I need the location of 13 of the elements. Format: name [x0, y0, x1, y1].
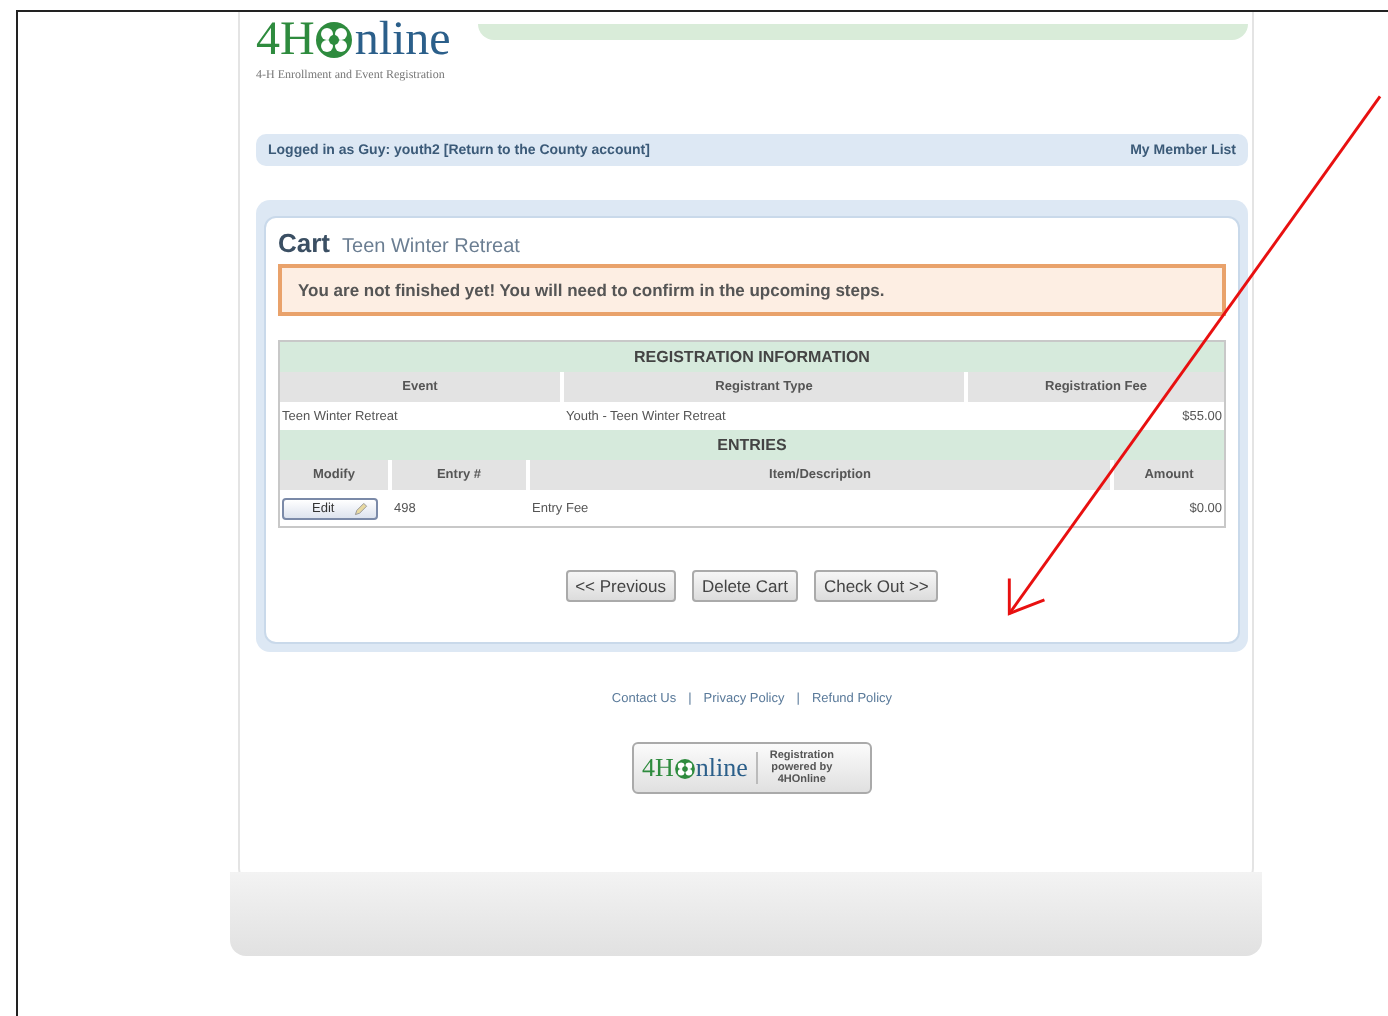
nav-button[interactable]: Delete Cart [691, 570, 798, 602]
event-name: Teen Winter Retreat [342, 236, 520, 258]
clover-icon [673, 757, 696, 779]
pencil-icon [354, 502, 369, 516]
clover-icon [314, 20, 355, 60]
logo: 4H nline [256, 16, 451, 64]
logo: 4H nline [642, 752, 758, 784]
nav-button[interactable]: << Previous [565, 570, 676, 602]
nav-button[interactable]: Check Out >> [813, 570, 939, 602]
notice-message: You are not finished yet! You will need to confirm in the upcoming steps. [278, 264, 1226, 316]
section-heading: ENTRIES [280, 430, 1224, 460]
cart-title: Cart [278, 228, 331, 258]
section-heading: REGISTRATION INFORMATION [280, 342, 1224, 372]
